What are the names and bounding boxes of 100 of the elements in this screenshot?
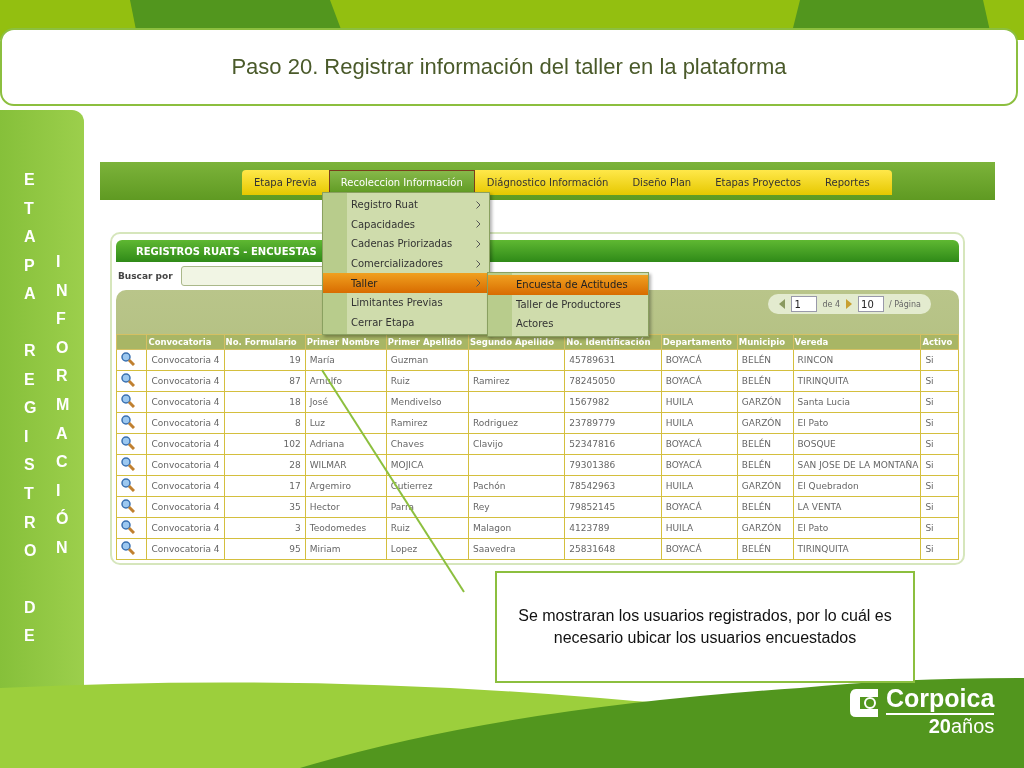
table-cell: BELÉN — [737, 370, 794, 392]
table-cell: 79301386 — [564, 454, 662, 476]
table-cell: Saavedra — [468, 538, 565, 560]
table-cell: WILMAR — [305, 454, 387, 476]
table-cell: BELÉN — [737, 433, 794, 455]
table-cell: Convocatoria 4 — [146, 538, 224, 560]
table-cell: 25831648 — [564, 538, 662, 560]
table-cell: 23789779 — [564, 412, 662, 434]
table-cell: 87 — [224, 370, 306, 392]
table-cell: Mendivelso — [386, 391, 469, 413]
vertical-word: INFORMACIÓN — [56, 252, 78, 558]
table-cell: HUILA — [661, 391, 738, 413]
table-cell: Si — [920, 433, 959, 455]
table-cell: Si — [920, 412, 959, 434]
table-cell: 4123789 — [564, 517, 662, 539]
table-cell: MOJICA — [386, 454, 469, 476]
table-cell: 35 — [224, 496, 306, 518]
table-cell: BOYACÁ — [661, 496, 738, 518]
table-cell: José — [305, 391, 387, 413]
table-cell: 19 — [224, 349, 306, 371]
table-cell: 78245050 — [564, 370, 662, 392]
callout-text: Se mostraran los usuarios registrados, por lo cuál es necesario ubicar los usuarios encuestados — [517, 605, 893, 648]
table-cell: Ramirez — [386, 412, 469, 434]
table-cell: Convocatoria 4 — [146, 391, 224, 413]
table-cell: Si — [920, 475, 959, 497]
table-cell: RINCON — [793, 349, 921, 371]
table-cell: Convocatoria 4 — [146, 412, 224, 434]
table-cell: Convocatoria 4 — [146, 517, 224, 539]
table-cell: Convocatoria 4 — [146, 370, 224, 392]
table-cell: 102 — [224, 433, 306, 455]
table-cell: Adriana — [305, 433, 387, 455]
table-cell: BELÉN — [737, 538, 794, 560]
table-cell: Si — [920, 391, 959, 413]
table-cell: El Pato — [793, 517, 921, 539]
vertical-word: ETAPA — [24, 170, 45, 305]
table-cell: Malagon — [468, 517, 565, 539]
page-count: de 4 — [822, 299, 841, 309]
table-cell: BOYACÁ — [661, 370, 738, 392]
table-cell: Guzman — [386, 349, 469, 371]
table-cell: 18 — [224, 391, 306, 413]
table-cell: BOYACÁ — [661, 349, 738, 371]
table-cell: Si — [920, 538, 959, 560]
table-cell: Ramirez — [468, 370, 565, 392]
table-cell: GARZÓN — [737, 391, 794, 413]
vertical-word: REGISTRO — [24, 340, 46, 562]
table-cell: BOYACÁ — [661, 538, 738, 560]
table-cell: Pachón — [468, 475, 565, 497]
table-cell: 3 — [224, 517, 306, 539]
table-cell: Convocatoria 4 — [146, 454, 224, 476]
table-cell: LA VENTA — [793, 496, 921, 518]
table-cell: Convocatoria 4 — [146, 475, 224, 497]
table-cell: GARZÓN — [737, 475, 794, 497]
table-cell: Si — [920, 496, 959, 518]
table-cell: María — [305, 349, 387, 371]
table-cell: Convocatoria 4 — [146, 349, 224, 371]
table-cell: HUILA — [661, 475, 738, 497]
table-cell: BOSQUE — [793, 433, 921, 455]
table-cell: Lopez — [386, 538, 469, 560]
table-cell: BELÉN — [737, 454, 794, 476]
table-cell: HUILA — [661, 412, 738, 434]
logo-tagline: 20años — [928, 714, 995, 737]
table-cell: Si — [920, 349, 959, 371]
table-cell: 1567982 — [564, 391, 662, 413]
table-cell: Si — [920, 517, 959, 539]
table-cell: Ruiz — [386, 370, 469, 392]
per-page-label: / Página — [889, 299, 921, 309]
table-cell: TIRINQUITA — [793, 538, 921, 560]
table-cell: Argemiro — [305, 475, 387, 497]
table-cell: 8 — [224, 412, 306, 434]
table-cell: Santa Lucia — [793, 391, 921, 413]
table-cell: TIRINQUITA — [793, 370, 921, 392]
table-cell: Si — [920, 454, 959, 476]
table-cell: Rodriguez — [468, 412, 565, 434]
table-cell: Rey — [468, 496, 565, 518]
table-cell: Miriam — [305, 538, 387, 560]
table-cell: Convocatoria 4 — [146, 496, 224, 518]
table-cell: 95 — [224, 538, 306, 560]
table-cell: Luz — [305, 412, 387, 434]
vertical-word: DE — [24, 597, 45, 647]
table-cell: 28 — [224, 454, 306, 476]
table-cell: Convocatoria 4 — [146, 433, 224, 455]
table-cell: 17 — [224, 475, 306, 497]
table-cell: Chaves — [386, 433, 469, 455]
search-label: Buscar por — [118, 271, 173, 281]
logo-name: Corpoica — [886, 685, 995, 715]
table-cell: Ruiz — [386, 517, 469, 539]
table-cell: El Quebradon — [793, 475, 921, 497]
table-cell: Hector — [305, 496, 387, 518]
table-cell: 52347816 — [564, 433, 662, 455]
table-cell: GARZÓN — [737, 517, 794, 539]
table-cell: BELÉN — [737, 349, 794, 371]
table-cell: GARZÓN — [737, 412, 794, 434]
table-cell: Si — [920, 370, 959, 392]
table-cell: BOYACÁ — [661, 454, 738, 476]
table-cell: BELÉN — [737, 496, 794, 518]
table-cell: BOYACÁ — [661, 433, 738, 455]
panel-title: REGISTROS RUATS - ENCUESTAS — [136, 245, 317, 257]
table-cell: 45789631 — [564, 349, 662, 371]
table-cell: Teodomedes — [305, 517, 387, 539]
table-cell: HUILA — [661, 517, 738, 539]
